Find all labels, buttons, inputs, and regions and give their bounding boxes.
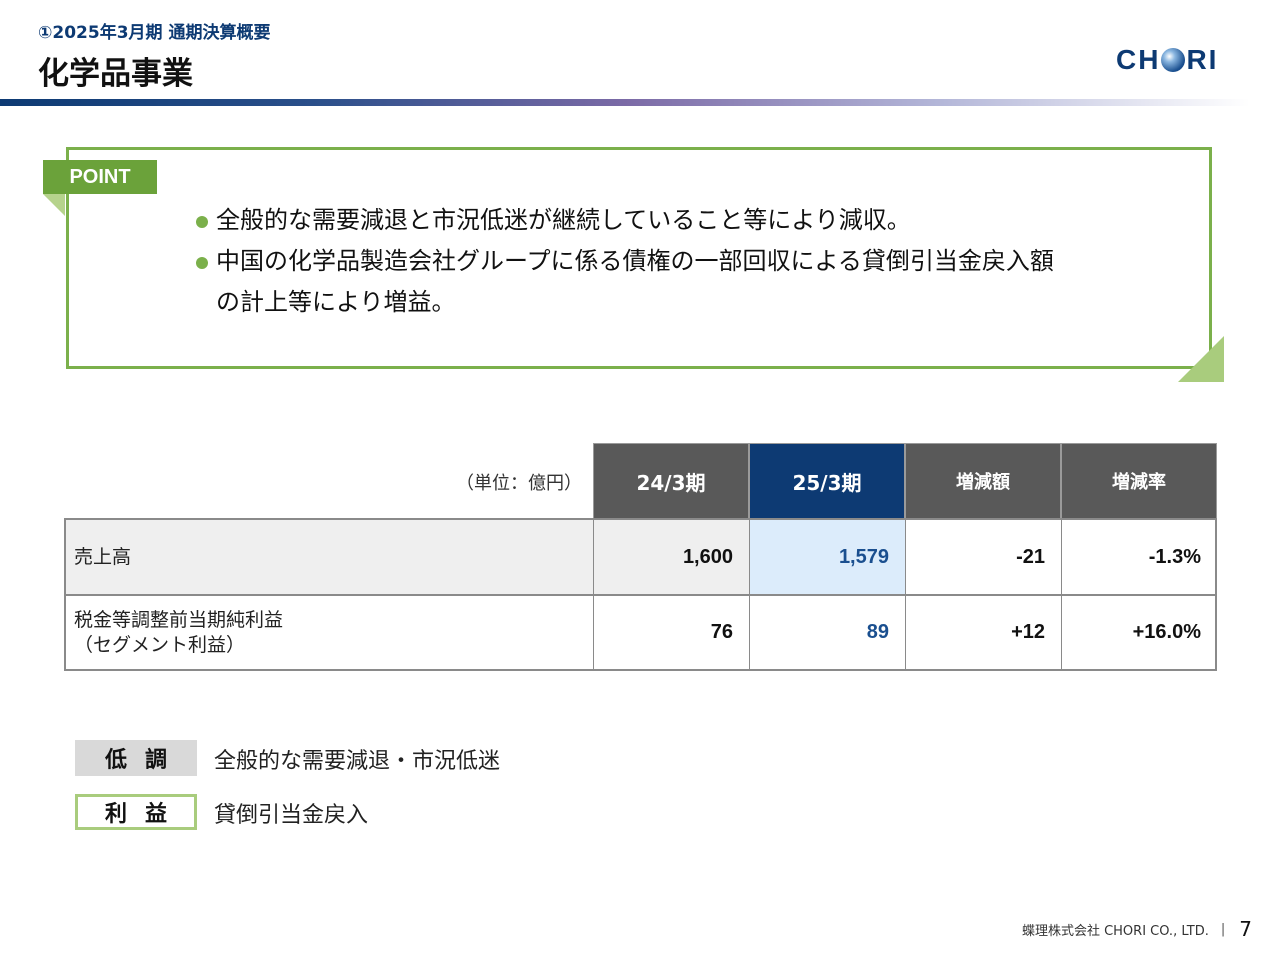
point-bullet-text: 全般的な需要減退と市況低迷が継続していること等により減収。 [216,206,911,234]
col-header-fy24: 24/3期 [593,443,749,519]
point-bullet-1: 全般的な需要減退と市況低迷が継続していること等により減収。 [196,200,1176,241]
logo-text-right: RI [1186,44,1219,75]
bullet-dot-icon [196,216,208,228]
bullet-dot-icon [196,257,208,269]
logo-text-left: CH [1116,44,1161,75]
unit-label: （単位：億円） [456,473,582,494]
footer-separator: | [1220,921,1226,937]
page-number: 7 [1239,917,1252,941]
tag-fold-decoration [43,194,65,216]
footer-company: 蝶理株式会社 CHORI CO., LTD. [1021,923,1209,939]
row-label-text: 税金等調整前当期純利益 [74,608,284,631]
point-bullet-2-continuation: の計上等により増益。 [216,288,456,316]
cell-profit-fy24: 76 [593,596,749,669]
globe-icon [1161,48,1186,72]
footer: 蝶理株式会社 CHORI CO., LTD. | 7 [990,917,1252,941]
cell-sales-change-rate: -1.3% [1061,520,1217,594]
cell-sales-fy24: 1,600 [593,520,749,594]
point-tag: POINT [43,160,157,194]
factor-badge-weak: 低調 [75,740,197,776]
company-logo: CH RI [1116,44,1218,76]
row-label-text: 売上高 [74,545,132,568]
factor-text-weak: 全般的な需要減退・市況低迷 [214,749,501,774]
page-title: 化学品事業 [38,56,193,92]
row-label-subtext: （セグメント利益） [74,633,246,656]
cell-profit-fy25: 89 [749,596,905,669]
col-header-fy25: 25/3期 [749,443,905,519]
cell-profit-change-rate: +16.0% [1061,596,1217,669]
factor-badge-profit: 利益 [75,794,197,830]
point-bullet-2: 中国の化学品製造会社グループに係る債権の一部回収による貸倒引当金戻入額 [196,241,1176,282]
point-bullets: 全般的な需要減退と市況低迷が継続していること等により減収。 中国の化学品製造会社… [196,200,1176,323]
factor-text-profit: 貸倒引当金戻入 [214,803,369,828]
corner-fold-decoration [1178,336,1224,382]
row-label-sales: 売上高 [64,520,593,594]
row-label-profit: 税金等調整前当期純利益 （セグメント利益） [64,596,593,669]
col-header-change-rate: 増減率 [1061,443,1217,519]
table-line [64,669,1217,671]
header-divider [0,99,1250,106]
cell-profit-change: +12 [905,596,1061,669]
point-bullet-text: 中国の化学品製造会社グループに係る債権の一部回収による貸倒引当金戻入額 [216,247,1054,275]
section-subtitle: ①2025年3月期 通期決算概要 [38,23,271,43]
table-border-right [1215,519,1217,670]
cell-sales-fy25: 1,579 [749,520,905,594]
col-header-change: 増減額 [905,443,1061,519]
cell-sales-change: -21 [905,520,1061,594]
